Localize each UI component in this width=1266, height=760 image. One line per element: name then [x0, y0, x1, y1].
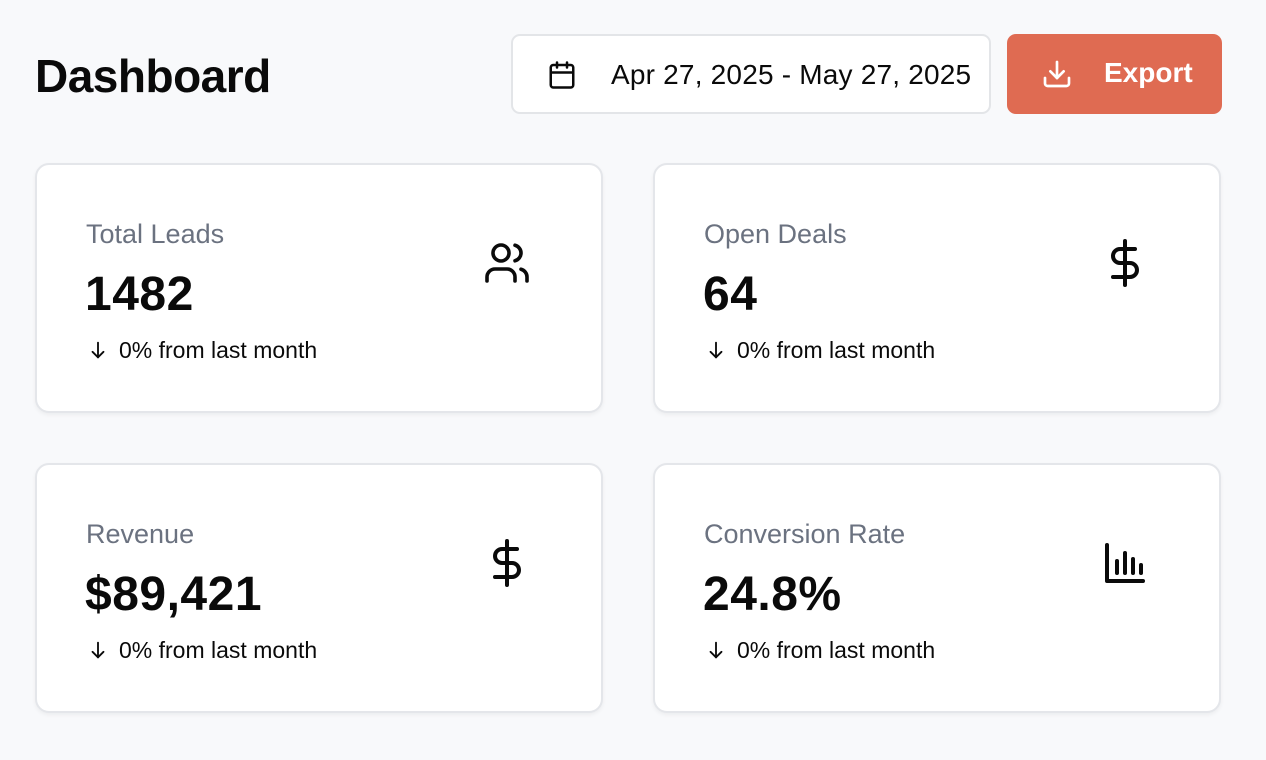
stat-change-text: 0% from last month — [119, 637, 318, 663]
arrow-down-icon — [91, 341, 105, 359]
stat-value: 64 — [703, 268, 758, 321]
stat-value: 1482 — [85, 268, 194, 321]
users-icon — [485, 243, 529, 283]
date-range-picker[interactable]: Apr 27, 2025 - May 27, 2025 — [511, 34, 991, 114]
stat-value: 24.8% — [703, 568, 842, 621]
calendar-icon — [549, 61, 575, 89]
stat-change-text: 0% from last month — [119, 337, 318, 363]
stat-change: 0% from last month — [87, 335, 317, 365]
stat-value: $89,421 — [85, 568, 263, 621]
dashboard-page: Dashboard Apr 27, 2025 - May 27, 2025 Ex… — [0, 0, 1266, 760]
arrow-down-icon — [91, 641, 105, 659]
stat-change: 0% from last month — [87, 635, 317, 665]
dollar-icon — [1111, 239, 1139, 287]
stat-change-text: 0% from last month — [737, 337, 936, 363]
arrow-down-icon — [709, 641, 723, 659]
arrow-down-icon — [709, 341, 723, 359]
stat-change-text: 0% from last month — [737, 637, 936, 663]
stat-card-conversion-rate: Conversion Rate 24.8% 0% from last month — [653, 463, 1221, 713]
date-range-value: Apr 27, 2025 - May 27, 2025 — [611, 59, 972, 90]
dollar-icon — [493, 539, 521, 587]
stat-label: Conversion Rate — [704, 519, 906, 549]
stat-card-revenue: Revenue $89,421 0% from last month — [35, 463, 603, 713]
download-icon — [1043, 60, 1071, 88]
stat-card-total-leads: Total Leads 1482 0% from last month — [35, 163, 603, 413]
bar-chart-icon — [1105, 543, 1145, 583]
page-title: Dashboard — [35, 50, 271, 102]
export-label: Export — [1104, 57, 1193, 88]
stat-card-open-deals: Open Deals 64 0% from last month — [653, 163, 1221, 413]
stat-change: 0% from last month — [705, 635, 935, 665]
export-button[interactable]: Export — [1007, 34, 1222, 114]
stat-label: Open Deals — [704, 219, 847, 249]
stat-change: 0% from last month — [705, 335, 935, 365]
stat-label: Total Leads — [86, 219, 225, 249]
stat-label: Revenue — [86, 519, 195, 549]
